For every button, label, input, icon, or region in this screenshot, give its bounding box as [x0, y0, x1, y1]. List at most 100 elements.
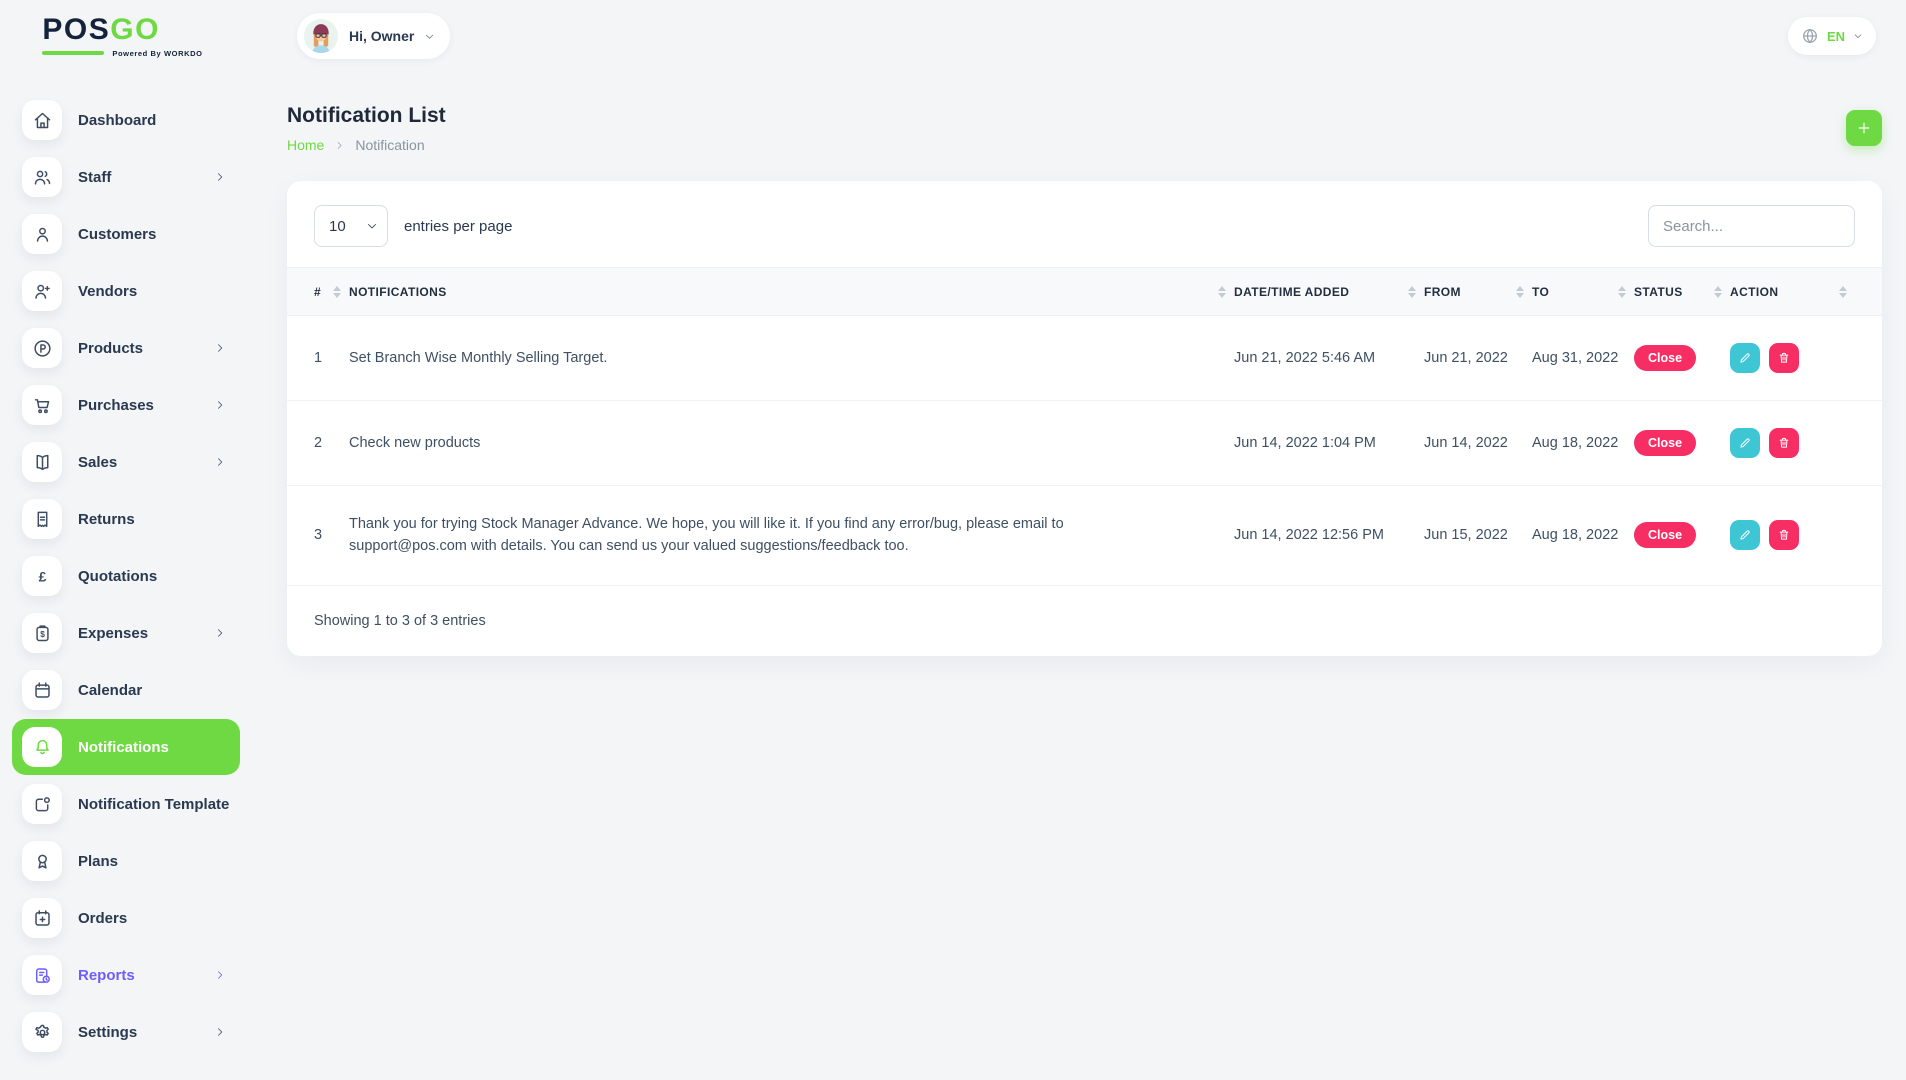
logo-go-text: GO — [110, 13, 160, 46]
svg-text:$: $ — [40, 629, 45, 639]
sidebar-item-label: Staff — [78, 169, 111, 186]
language-selector[interactable]: EN — [1788, 17, 1876, 55]
sidebar-item-label: Vendors — [78, 283, 137, 300]
from-date: Jun 21, 2022 — [1424, 316, 1532, 401]
chevron-right-icon — [334, 140, 345, 151]
row-number: 1 — [287, 316, 349, 401]
column-header-label: ACTION — [1730, 285, 1778, 299]
notification-table-card: 10 entries per page # NOTIFICATIONS DATE… — [287, 181, 1882, 656]
datetime-added: Jun 14, 2022 1:04 PM — [1234, 401, 1424, 486]
delete-button[interactable] — [1769, 343, 1799, 373]
sidebar-item-notification-template[interactable]: Notification Template — [12, 776, 240, 832]
search-input[interactable] — [1648, 205, 1855, 247]
sidebar-item-quotations[interactable]: £ Quotations — [12, 548, 240, 604]
sidebar-item-label: Customers — [78, 226, 156, 243]
sales-book-icon — [22, 442, 62, 482]
edit-button[interactable] — [1730, 343, 1760, 373]
sort-arrows[interactable] — [1839, 286, 1847, 298]
brand-logo[interactable]: POSGO Powered By WORKDO — [0, 15, 245, 58]
add-notification-button[interactable] — [1846, 110, 1882, 146]
status-badge[interactable]: Close — [1634, 345, 1696, 371]
sidebar-item-plans[interactable]: Plans — [12, 833, 240, 889]
home-icon — [22, 100, 62, 140]
plans-award-icon — [22, 841, 62, 881]
sort-arrows[interactable] — [1618, 286, 1626, 298]
breadcrumb-current: Notification — [355, 137, 424, 153]
table-row: 2 Check new products Jun 14, 2022 1:04 P… — [287, 401, 1882, 486]
to-date: Aug 31, 2022 — [1532, 316, 1634, 401]
chevron-right-icon — [214, 969, 226, 981]
sidebar-item-notifications[interactable]: Notifications — [12, 719, 240, 775]
sort-arrows[interactable] — [1408, 286, 1416, 298]
logo-tagline: Powered By WORKDO — [112, 49, 202, 58]
status-badge[interactable]: Close — [1634, 430, 1696, 456]
sidebar-item-calendar[interactable]: Calendar — [12, 662, 240, 718]
svg-text:£: £ — [38, 568, 46, 584]
table-row: 3 Thank you for trying Stock Manager Adv… — [287, 486, 1882, 586]
user-menu[interactable]: Hi, Owner — [297, 13, 450, 59]
pencil-icon — [1738, 528, 1752, 542]
datetime-added: Jun 21, 2022 5:46 AM — [1234, 316, 1424, 401]
sidebar-nav: Dashboard Staff Customers Vendors Produc… — [0, 72, 245, 1080]
chevron-down-icon — [1853, 31, 1863, 41]
table-summary: Showing 1 to 3 of 3 entries — [287, 586, 1882, 656]
pencil-icon — [1738, 351, 1752, 365]
from-date: Jun 15, 2022 — [1424, 486, 1532, 586]
sidebar-item-label: Reports — [78, 967, 135, 984]
sidebar-item-orders[interactable]: Orders — [12, 890, 240, 946]
delete-button[interactable] — [1769, 520, 1799, 550]
sort-arrows[interactable] — [1218, 286, 1226, 298]
sidebar-item-label: Notifications — [78, 739, 169, 756]
entries-per-page-label: entries per page — [404, 218, 512, 235]
vendor-user-plus-icon — [22, 271, 62, 311]
sidebar-item-label: Plans — [78, 853, 118, 870]
sidebar-item-label: Returns — [78, 511, 135, 528]
reports-clipboard-clock-icon — [22, 955, 62, 995]
sidebar-item-label: Settings — [78, 1024, 137, 1041]
sort-arrows[interactable] — [1714, 286, 1722, 298]
column-header-label: DATE/TIME ADDED — [1234, 285, 1349, 299]
edit-button[interactable] — [1730, 428, 1760, 458]
sidebar-item-returns[interactable]: Returns — [12, 491, 240, 547]
status-badge[interactable]: Close — [1634, 522, 1696, 548]
sort-arrows[interactable] — [333, 286, 341, 298]
sidebar-item-expenses[interactable]: $ Expenses — [12, 605, 240, 661]
sidebar-item-sales[interactable]: Sales — [12, 434, 240, 490]
column-header-label: TO — [1532, 285, 1549, 299]
top-header: POSGO Powered By WORKDO — [0, 0, 1906, 72]
sidebar-item-vendors[interactable]: Vendors — [12, 263, 240, 319]
edit-button[interactable] — [1730, 520, 1760, 550]
notification-table: # NOTIFICATIONS DATE/TIME ADDED FROM TO … — [287, 267, 1882, 586]
entries-per-page-select[interactable]: 10 — [314, 205, 388, 247]
returns-receipt-icon — [22, 499, 62, 539]
calendar-icon — [22, 670, 62, 710]
chevron-right-icon — [214, 342, 226, 354]
from-date: Jun 14, 2022 — [1424, 401, 1532, 486]
trash-icon — [1777, 528, 1791, 542]
sidebar-item-label: Orders — [78, 910, 127, 927]
sidebar-item-purchases[interactable]: Purchases — [12, 377, 240, 433]
to-date: Aug 18, 2022 — [1532, 401, 1634, 486]
sidebar-item-settings[interactable]: Settings — [12, 1004, 240, 1060]
sidebar-item-label: Sales — [78, 454, 117, 471]
to-date: Aug 18, 2022 — [1532, 486, 1634, 586]
sidebar-item-dashboard[interactable]: Dashboard — [12, 92, 240, 148]
sidebar-item-reports[interactable]: Reports — [12, 947, 240, 1003]
page-title: Notification List — [287, 104, 446, 128]
customer-user-icon — [22, 214, 62, 254]
table-row: 1 Set Branch Wise Monthly Selling Target… — [287, 316, 1882, 401]
sidebar-item-label: Expenses — [78, 625, 148, 642]
column-header-label: FROM — [1424, 285, 1461, 299]
delete-button[interactable] — [1769, 428, 1799, 458]
sidebar-item-label: Purchases — [78, 397, 154, 414]
user-greeting: Hi, Owner — [349, 28, 414, 44]
chevron-right-icon — [214, 171, 226, 183]
sort-arrows[interactable] — [1516, 286, 1524, 298]
sidebar-item-customers[interactable]: Customers — [12, 206, 240, 262]
bell-icon — [22, 727, 62, 767]
sidebar-item-staff[interactable]: Staff — [12, 149, 240, 205]
breadcrumb-home-link[interactable]: Home — [287, 137, 324, 153]
sidebar-item-label: Notification Template — [78, 796, 229, 813]
sidebar-item-products[interactable]: Products — [12, 320, 240, 376]
chevron-right-icon — [214, 399, 226, 411]
